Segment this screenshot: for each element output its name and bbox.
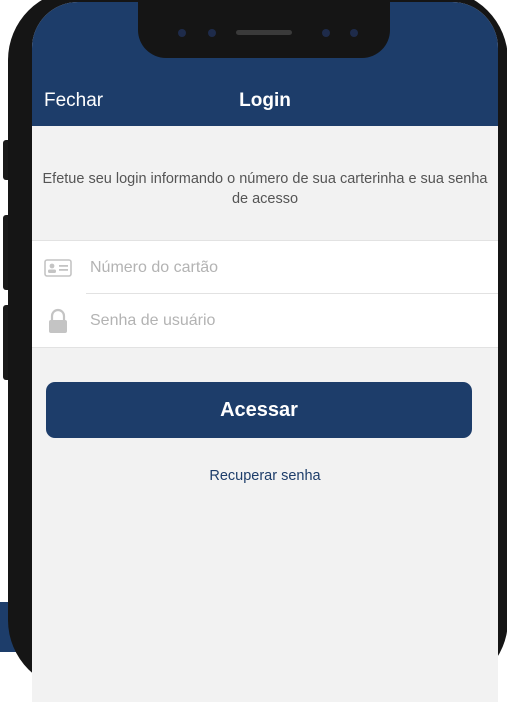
navigation-bar: Fechar Login <box>32 78 498 126</box>
password-row <box>32 294 498 346</box>
page-title: Login <box>239 90 291 111</box>
sensor-dot <box>322 29 330 37</box>
phone-frame: Fechar Login Efetue seu login informando… <box>8 0 507 702</box>
phone-screen: Fechar Login Efetue seu login informando… <box>32 2 498 702</box>
submit-login-button[interactable]: Acessar <box>46 382 472 438</box>
id-card-icon <box>44 259 72 277</box>
phone-notch <box>138 2 390 58</box>
login-instructions: Efetue seu login informando o número de … <box>42 171 488 207</box>
lock-icon <box>49 308 67 333</box>
sensor-dot <box>350 29 358 37</box>
card-number-input[interactable] <box>88 251 488 285</box>
earpiece-speaker <box>236 30 292 35</box>
front-camera <box>208 29 216 37</box>
password-input[interactable] <box>88 304 488 338</box>
sensor-dot <box>178 29 186 37</box>
login-form <box>32 240 498 348</box>
card-number-row <box>32 241 498 294</box>
recover-password-link[interactable]: Recuperar senha <box>32 468 498 484</box>
